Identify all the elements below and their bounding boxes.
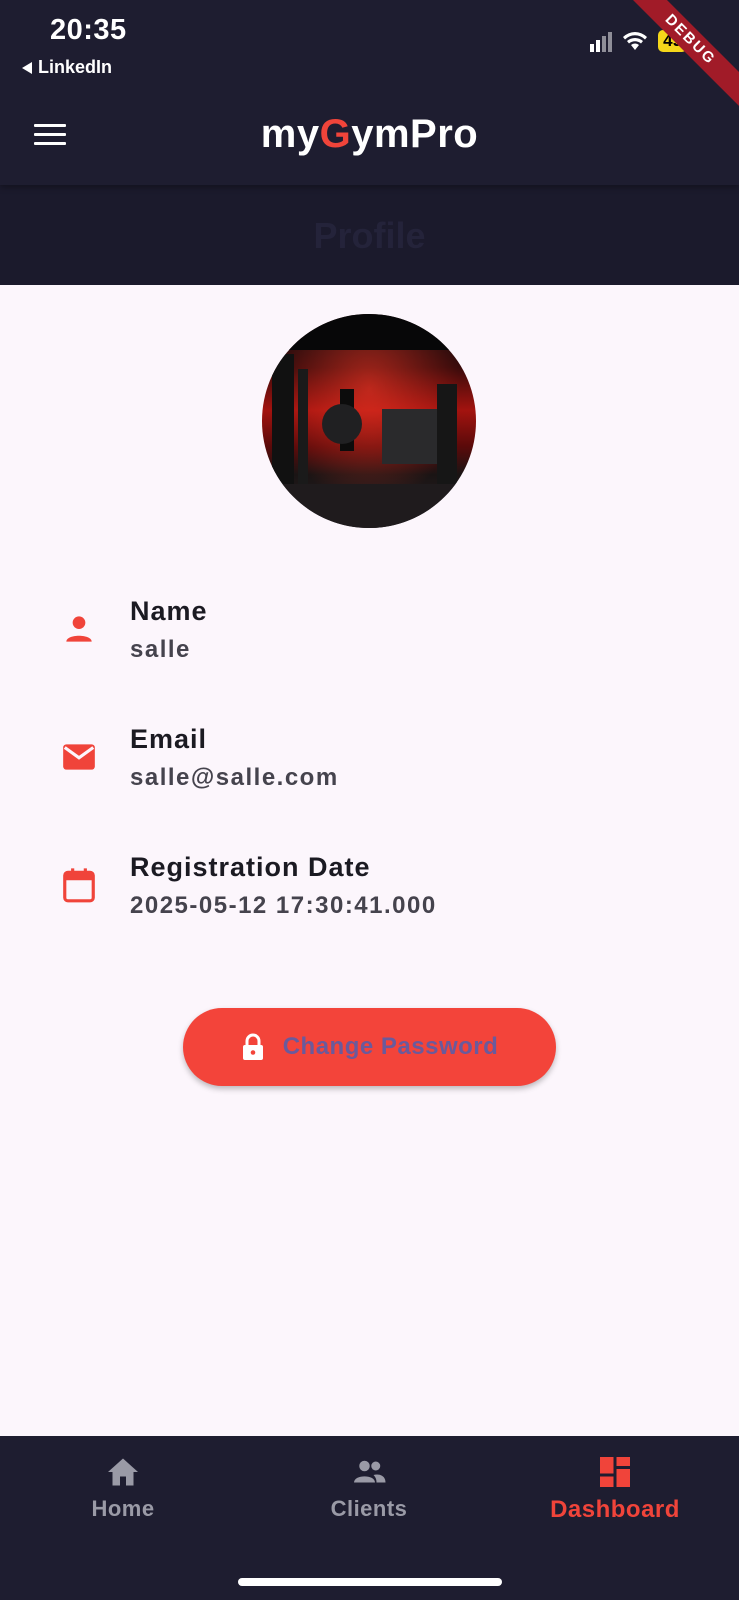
nav-label-dashboard: Dashboard — [550, 1496, 680, 1523]
nav-item-clients[interactable]: Clients — [246, 1454, 492, 1544]
field-value: salle — [130, 636, 191, 663]
field-value: 2025-05-12 17:30:41.000 — [130, 892, 437, 919]
nav-item-home[interactable]: Home — [0, 1454, 246, 1544]
nav-label-clients: Clients — [330, 1496, 408, 1521]
field-label: Registration Date — [130, 852, 371, 882]
email-icon — [63, 744, 95, 770]
field-label: Email — [130, 724, 208, 754]
app-title-suffix: ymPro — [351, 112, 479, 156]
profile-field-registration-date: Registration Date 2025-05-12 17:30:41.00… — [0, 852, 739, 942]
nav-item-dashboard[interactable]: Dashboard — [492, 1454, 738, 1544]
wifi-icon — [623, 32, 648, 50]
home-indicator[interactable] — [238, 1578, 502, 1586]
profile-avatar — [262, 314, 476, 528]
lock-icon — [242, 1033, 263, 1060]
back-app-label: LinkedIn — [38, 57, 113, 77]
profile-field-name: Name salle — [0, 596, 739, 686]
bottom-navigation: Home Clients Dashboard — [0, 1436, 739, 1600]
back-arrow-icon — [22, 61, 32, 74]
home-icon — [108, 1458, 138, 1486]
profile-field-email: Email salle@salle.com — [0, 724, 739, 814]
app-title-accent: G — [319, 112, 352, 156]
field-value: salle@salle.com — [130, 764, 339, 791]
group-icon — [354, 1460, 386, 1483]
app-title: myGymPro — [0, 112, 739, 157]
back-to-app-link[interactable]: LinkedIn — [22, 57, 112, 78]
calendar-icon — [63, 868, 95, 903]
app-bar: 20:35 LinkedIn 49 DEBUG myGymPro — [0, 0, 739, 185]
change-password-label: Change Password — [282, 1033, 499, 1060]
dashboard-icon — [600, 1457, 630, 1487]
change-password-button[interactable]: Change Password — [183, 1008, 556, 1086]
cellular-signal-icon — [590, 30, 613, 52]
field-label: Name — [130, 596, 208, 626]
status-time: 20:35 — [50, 14, 127, 46]
app-title-prefix: my — [260, 112, 320, 156]
page-header: Profile — [0, 185, 739, 285]
page-title: Profile — [313, 215, 426, 256]
nav-label-home: Home — [91, 1496, 155, 1521]
person-icon — [66, 616, 92, 642]
debug-banner: DEBUG — [614, 0, 739, 116]
